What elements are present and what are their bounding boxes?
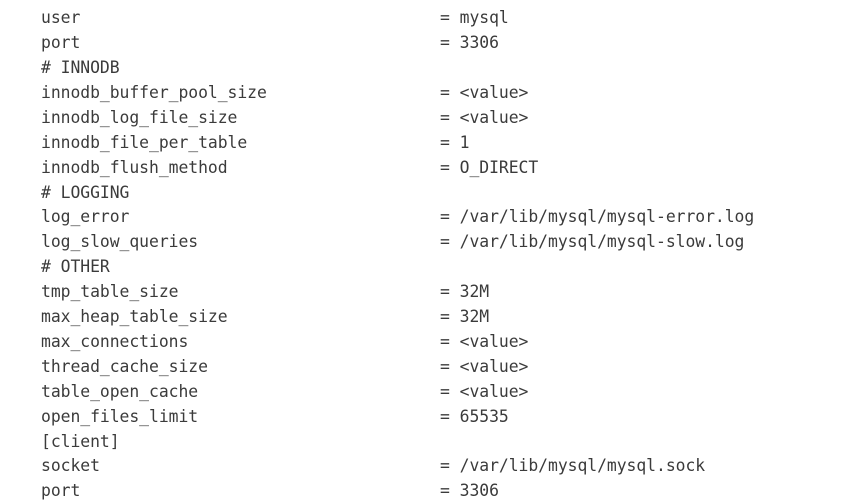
config-key: port xyxy=(41,481,81,501)
config-value: = 32M xyxy=(440,282,490,302)
config-key: log_slow_queries xyxy=(41,232,199,252)
config-file-listing: user = mysql port = 3306 # INNODB innodb_buff… xyxy=(0,0,841,500)
config-value: = /var/lib/mysql/mysql-slow.log xyxy=(440,232,745,252)
config-key: user xyxy=(41,8,81,28)
config-value: = O_DIRECT xyxy=(440,157,539,177)
config-line: innodb_flush_method = O_DIRECT xyxy=(0,156,841,181)
config-key: tmp_table_size xyxy=(41,282,179,302)
config-line: log_slow_queries = /var/lib/mysql/mysql-s… xyxy=(0,230,841,255)
config-key: socket xyxy=(41,456,100,476)
config-key: log_error xyxy=(41,207,130,227)
config-value: = 32M xyxy=(440,307,490,326)
config-value: = <value> xyxy=(440,331,529,351)
config-key: max_connections xyxy=(41,331,189,351)
config-section-comment: # LOGGING xyxy=(41,182,130,202)
config-line: port = 3306 xyxy=(0,479,841,504)
config-line: user = mysql xyxy=(0,6,841,31)
config-line: max_connections = <value> xyxy=(0,330,841,355)
config-value: = /var/lib/mysql/mysql-error.log xyxy=(440,207,755,227)
config-section-header: [client] xyxy=(41,431,120,451)
config-line: innodb_log_file_size = <value> xyxy=(0,106,841,131)
config-key: port xyxy=(41,33,81,53)
config-section-comment: # INNODB xyxy=(41,58,120,77)
config-line: # LOGGING xyxy=(0,181,841,206)
config-value: = <value> xyxy=(440,356,529,376)
config-value: = 3306 xyxy=(440,33,499,53)
config-value: = 3306 xyxy=(440,481,499,501)
config-line: innodb_buffer_pool_size = <value> xyxy=(0,81,841,106)
config-value: = mysql xyxy=(440,8,509,28)
config-key: innodb_flush_method xyxy=(41,157,228,177)
config-value: = <value> xyxy=(440,82,529,102)
config-key: thread_cache_size xyxy=(41,356,208,376)
config-line: thread_cache_size = <value> xyxy=(0,355,841,380)
config-line: tmp_table_size = 32M xyxy=(0,280,841,305)
config-value: = /var/lib/mysql/mysql.sock xyxy=(440,456,706,476)
config-line: open_files_limit = 65535 xyxy=(0,405,841,430)
config-value: = 65535 xyxy=(440,406,509,426)
config-key: innodb_log_file_size xyxy=(41,107,238,127)
config-line: log_error = /var/lib/mysql/mysql-error.lo… xyxy=(0,205,841,230)
config-value: = <value> xyxy=(440,381,529,401)
config-key: innodb_file_per_table xyxy=(41,132,248,152)
config-line: innodb_file_per_table = 1 xyxy=(0,131,841,156)
config-line: # OTHER xyxy=(0,255,841,280)
config-key: max_heap_table_size xyxy=(41,307,228,326)
config-value: = 1 xyxy=(440,132,470,152)
config-line: max_heap_table_size = 32M xyxy=(0,305,841,330)
config-value: = <value> xyxy=(440,107,529,127)
config-line: port = 3306 xyxy=(0,31,841,56)
config-key: innodb_buffer_pool_size xyxy=(41,82,267,102)
config-line: # INNODB xyxy=(0,56,841,81)
config-line: table_open_cache = <value> xyxy=(0,380,841,405)
config-section-comment: # OTHER xyxy=(41,257,110,277)
config-key: table_open_cache xyxy=(41,381,199,401)
config-line: [client] xyxy=(0,430,841,455)
config-line: socket = /var/lib/mysql/mysql.sock xyxy=(0,454,841,479)
config-key: open_files_limit xyxy=(41,406,199,426)
